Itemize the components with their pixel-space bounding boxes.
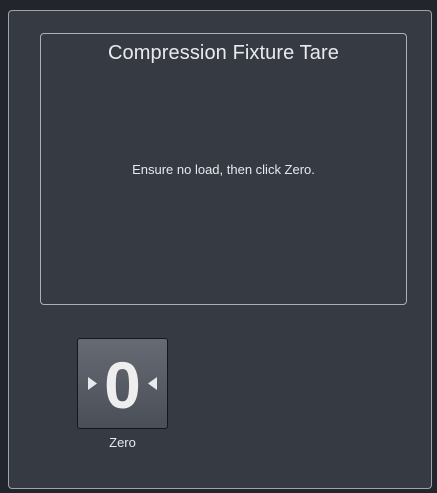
left-arrow-icon	[88, 377, 97, 390]
right-arrow-icon	[148, 377, 157, 390]
instruction-text: Ensure no load, then click Zero.	[132, 162, 315, 177]
zero-button[interactable]: 0	[77, 338, 168, 429]
zero-tare-icon: 0	[88, 348, 157, 422]
zero-glyph: 0	[104, 348, 141, 422]
instruction-box: Compression Fixture Tare Ensure no load,…	[40, 33, 407, 305]
dialog-title: Compression Fixture Tare	[107, 42, 339, 64]
tare-panel: Compression Fixture Tare Ensure no load,…	[8, 10, 432, 489]
tare-window: Compression Fixture Tare Ensure no load,…	[0, 0, 437, 493]
zero-button-label: Zero	[109, 435, 136, 450]
